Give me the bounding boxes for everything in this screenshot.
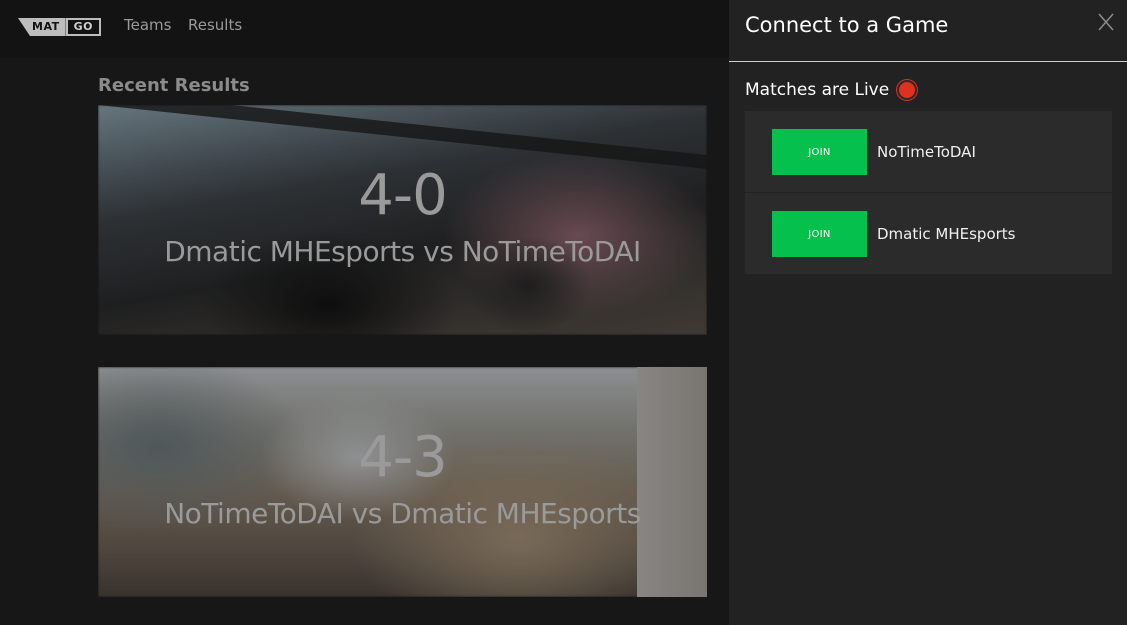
join-button[interactable]: JOIN bbox=[772, 211, 867, 257]
nav-link-teams[interactable]: Teams bbox=[124, 16, 171, 34]
list-item: JOIN Dmatic MHEsports bbox=[745, 193, 1112, 275]
live-indicator-icon bbox=[897, 80, 918, 100]
nav-link-results[interactable]: Results bbox=[188, 16, 242, 34]
matgo-logo[interactable]: MAT GO bbox=[18, 17, 101, 37]
join-button[interactable]: JOIN bbox=[772, 129, 867, 175]
section-title: Recent Results bbox=[98, 75, 250, 96]
close-icon[interactable] bbox=[1097, 12, 1115, 32]
live-match-list: JOIN NoTimeToDAI JOIN Dmatic MHEsports bbox=[745, 111, 1112, 275]
panel-title: Connect to a Game bbox=[745, 13, 949, 37]
result-score: 4-3 bbox=[358, 425, 447, 490]
list-item: JOIN NoTimeToDAI bbox=[745, 111, 1112, 193]
result-card[interactable]: 4-0 Dmatic MHEsports vs NoTimeToDAI bbox=[98, 105, 707, 335]
live-matches-heading: Matches are Live bbox=[745, 80, 918, 100]
match-team-name: NoTimeToDAI bbox=[877, 143, 976, 161]
top-nav-bar: MAT GO Teams Results bbox=[0, 0, 729, 58]
logo-go-text: GO bbox=[65, 18, 101, 36]
connect-panel: Connect to a Game Matches are Live JOIN … bbox=[729, 0, 1127, 625]
logo-mat-text: MAT bbox=[18, 18, 66, 36]
panel-divider bbox=[729, 61, 1127, 62]
result-matchup: NoTimeToDAI vs Dmatic MHEsports bbox=[164, 497, 641, 530]
result-score: 4-0 bbox=[358, 163, 447, 228]
result-card[interactable]: 4-3 NoTimeToDAI vs Dmatic MHEsports bbox=[98, 367, 707, 597]
live-label: Matches are Live bbox=[745, 80, 890, 100]
result-matchup: Dmatic MHEsports vs NoTimeToDAI bbox=[164, 235, 641, 268]
match-team-name: Dmatic MHEsports bbox=[877, 225, 1016, 243]
